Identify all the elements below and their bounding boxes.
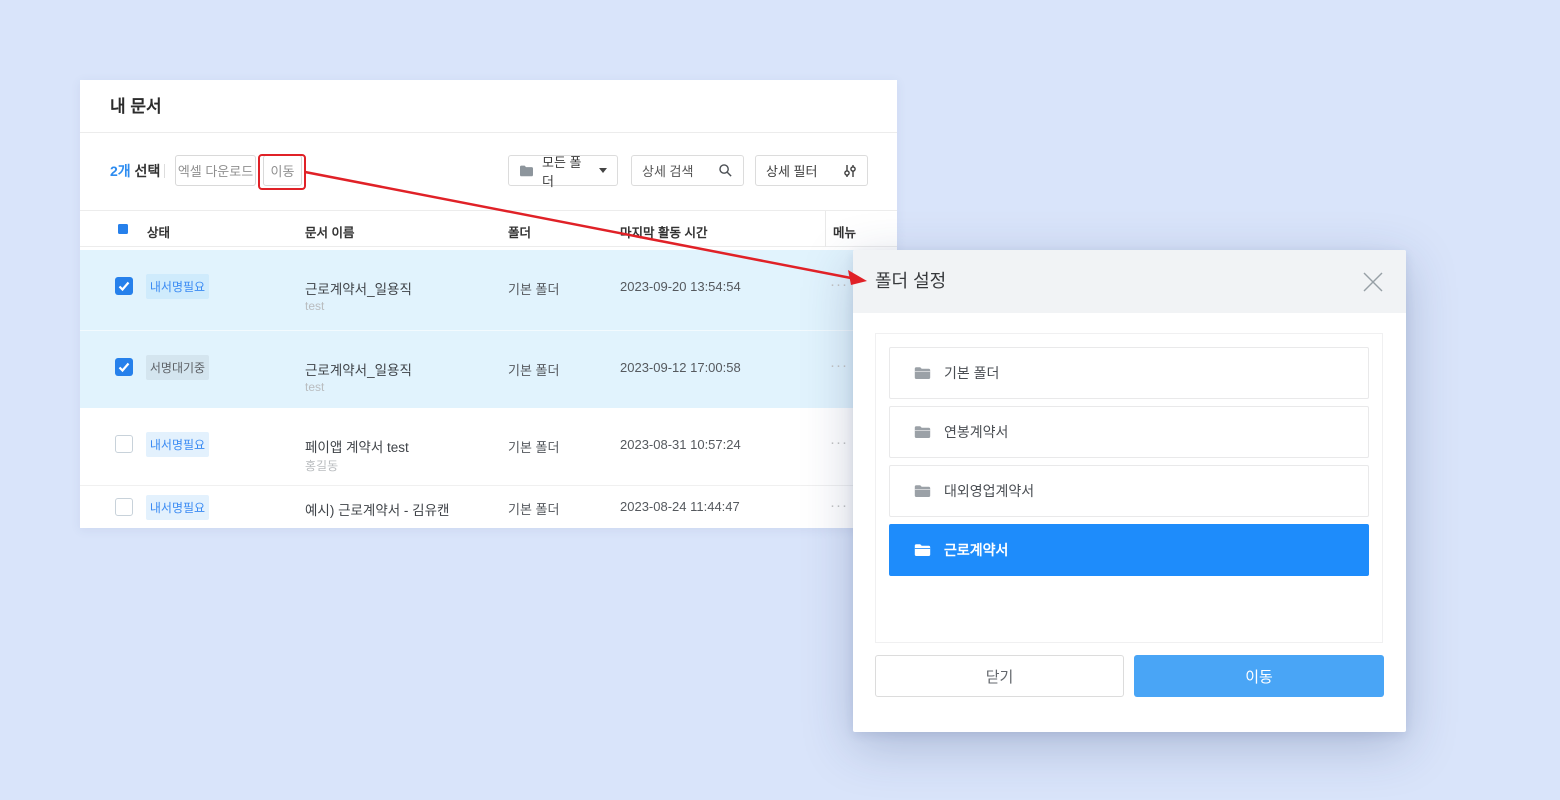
- folder-option-label: 근로계약서: [944, 542, 1009, 558]
- row-menu-button[interactable]: ···: [830, 276, 848, 293]
- panel-header: 내 문서: [80, 80, 897, 133]
- table-row[interactable]: 서명대기중 근로계약서_일용직 test 기본 폴더 2023-09-12 17…: [80, 330, 897, 408]
- document-time: 2023-09-20 13:54:54: [620, 279, 741, 294]
- document-folder: 기본 폴더: [508, 282, 560, 297]
- table-row[interactable]: 내서명필요 예시) 근로계약서 - 김유캔 기본 폴더 2023-08-24 1…: [80, 485, 897, 528]
- folder-option[interactable]: 대외영업계약서: [889, 465, 1369, 517]
- check-icon: [118, 362, 130, 373]
- modal-title: 폴더 설정: [875, 271, 947, 291]
- folder-option[interactable]: 기본 폴더: [889, 347, 1369, 399]
- filter-sliders-icon: [844, 164, 856, 177]
- document-subtitle: test: [305, 380, 325, 394]
- close-icon[interactable]: [1360, 269, 1386, 295]
- search-label: 상세 검색: [642, 164, 694, 179]
- status-badge: 내서명필요: [146, 432, 209, 457]
- row-menu-button[interactable]: ···: [830, 497, 848, 514]
- table-row[interactable]: 내서명필요 근로계약서_일용직 test 기본 폴더 2023-09-20 13…: [80, 250, 897, 330]
- document-time: 2023-08-31 10:57:24: [620, 437, 741, 452]
- folder-filter-label: 모든 폴더: [542, 154, 582, 189]
- my-documents-panel: 내 문서 2개 선택 엑셀 다운로드 이동 모든 폴더 상세 검색 상세 필터 …: [80, 80, 897, 528]
- folder-settings-modal: 폴더 설정 기본 폴더 연봉계약서 대외영업계약서 근로계약서 닫기 이동: [853, 250, 1406, 732]
- document-name[interactable]: 근로계약서_일용직: [305, 278, 412, 298]
- detail-filter-label: 상세 필터: [766, 164, 818, 179]
- header-status: 상태: [147, 226, 171, 240]
- document-time: 2023-08-24 11:44:47: [620, 499, 740, 514]
- toolbar-divider: [164, 164, 165, 178]
- modal-close-button[interactable]: 닫기: [875, 655, 1124, 697]
- modal-header: 폴더 설정: [853, 250, 1406, 313]
- move-button[interactable]: 이동: [263, 155, 302, 186]
- folder-option-label: 대외영업계약서: [944, 483, 1035, 499]
- document-folder: 기본 폴더: [508, 502, 560, 517]
- chevron-down-icon: [599, 168, 607, 173]
- row-checkbox-unchecked[interactable]: [115, 435, 133, 453]
- page-title: 내 문서: [110, 97, 162, 116]
- row-checkbox-checked[interactable]: [115, 277, 133, 295]
- status-badge: 서명대기중: [146, 355, 209, 380]
- document-name[interactable]: 근로계약서_일용직: [305, 359, 412, 379]
- row-checkbox-checked[interactable]: [115, 358, 133, 376]
- row-menu-button[interactable]: ···: [830, 357, 848, 374]
- folder-option[interactable]: 연봉계약서: [889, 406, 1369, 458]
- document-subtitle: 홍길동: [305, 459, 339, 473]
- row-checkbox-unchecked[interactable]: [115, 498, 133, 516]
- document-name[interactable]: 페이앱 계약서 test: [305, 436, 409, 456]
- table-row[interactable]: 내서명필요 페이앱 계약서 test 홍길동 기본 폴더 2023-08-31 …: [80, 408, 897, 485]
- document-name[interactable]: 예시) 근로계약서 - 김유캔: [305, 499, 449, 519]
- search-input[interactable]: 상세 검색: [631, 155, 744, 186]
- folder-icon: [914, 544, 931, 556]
- document-time: 2023-09-12 17:00:58: [620, 360, 741, 375]
- header-menu: 메뉴: [833, 226, 857, 240]
- select-all-checkbox[interactable]: [118, 224, 128, 234]
- selection-count: 2개 선택: [110, 163, 161, 179]
- status-badge: 내서명필요: [146, 495, 209, 520]
- folder-list: 기본 폴더 연봉계약서 대외영업계약서 근로계약서: [875, 333, 1383, 643]
- folder-option-label: 기본 폴더: [944, 365, 1000, 381]
- detail-filter-button[interactable]: 상세 필터: [755, 155, 868, 186]
- folder-option-label: 연봉계약서: [944, 424, 1009, 440]
- folder-icon: [914, 367, 931, 379]
- table-header: 상태 문서 이름 폴더 마지막 활동 시간 메뉴: [80, 210, 897, 247]
- modal-move-button[interactable]: 이동: [1134, 655, 1384, 697]
- document-folder: 기본 폴더: [508, 363, 560, 378]
- folder-icon: [520, 165, 533, 177]
- search-icon: [719, 164, 732, 177]
- toolbar: 2개 선택 엑셀 다운로드 이동 모든 폴더 상세 검색 상세 필터: [80, 155, 897, 189]
- row-menu-button[interactable]: ···: [830, 434, 848, 451]
- folder-icon: [914, 426, 931, 438]
- document-folder: 기본 폴더: [508, 440, 560, 455]
- check-icon: [118, 281, 130, 292]
- document-subtitle: test: [305, 299, 325, 313]
- header-time: 마지막 활동 시간: [620, 226, 708, 240]
- header-separator: [825, 211, 826, 247]
- folder-option-selected[interactable]: 근로계약서: [889, 524, 1369, 576]
- status-badge: 내서명필요: [146, 274, 209, 299]
- header-name: 문서 이름: [305, 226, 355, 240]
- folder-icon: [914, 485, 931, 497]
- excel-download-button[interactable]: 엑셀 다운로드: [175, 155, 256, 186]
- folder-filter-dropdown[interactable]: 모든 폴더: [508, 155, 618, 189]
- header-folder: 폴더: [508, 226, 532, 240]
